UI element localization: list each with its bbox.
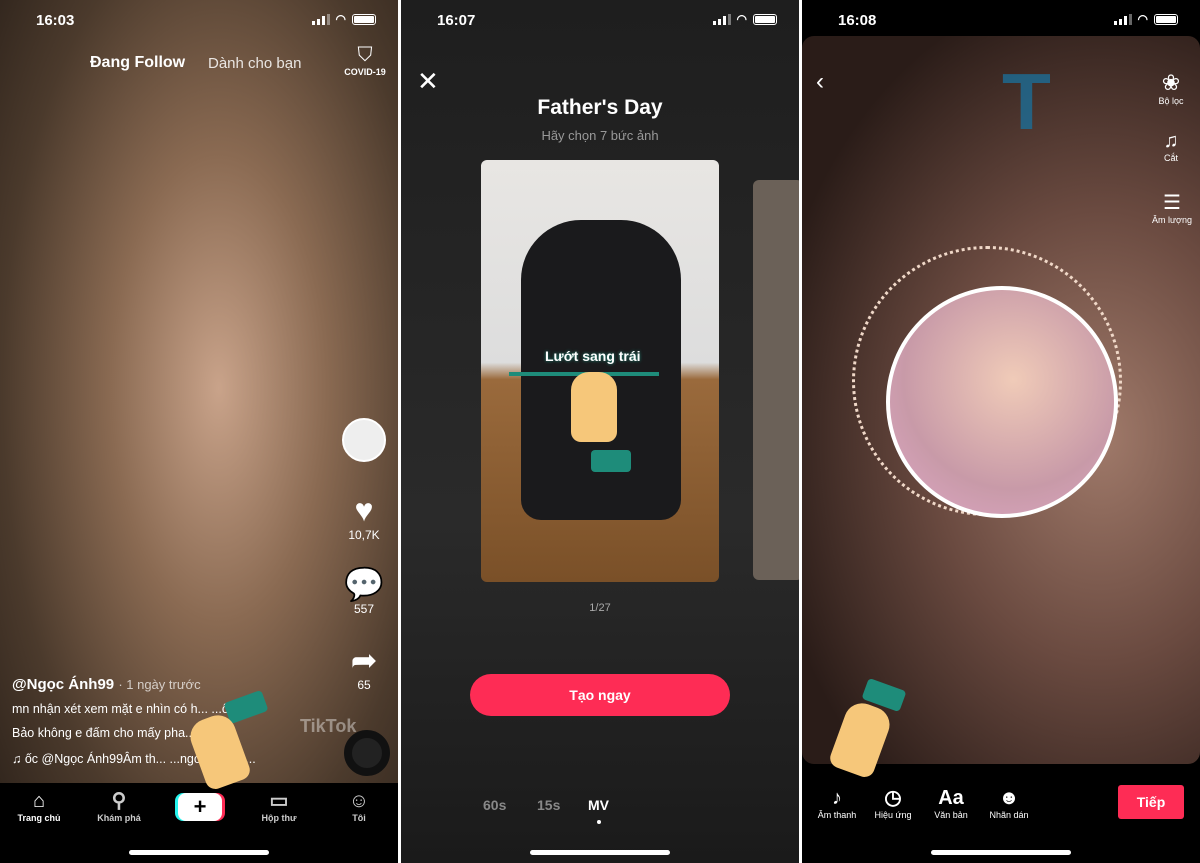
home-indicator: [129, 850, 269, 855]
tiktok-feed-screen: 16:03 ◠ Đang Follow Dành cho bạn ⛉ COVID…: [0, 0, 398, 863]
tiktok-watermark: TikTok: [300, 716, 357, 736]
plus-icon: +: [193, 794, 207, 819]
filter-button[interactable]: ❀ Bộ lọc: [1146, 70, 1196, 106]
tool-label: Cắt: [1163, 153, 1178, 163]
sticker-button[interactable]: ☻ Nhãn dán: [974, 786, 1044, 820]
pointer-hand-icon: [571, 372, 617, 442]
nav-label: Trang chủ: [17, 813, 61, 823]
video-preview: T: [802, 36, 1200, 764]
battery-icon: [352, 13, 376, 25]
create-button[interactable]: +: [178, 793, 222, 821]
signal-icon: [1113, 13, 1132, 25]
home-indicator: [931, 850, 1071, 855]
close-icon[interactable]: ✕: [417, 68, 439, 94]
home-indicator: [530, 850, 670, 855]
share-count: 65: [357, 678, 371, 692]
tmart-watermark-logo: T: [1002, 57, 1051, 146]
nav-inbox[interactable]: ▭ Hộp thư: [244, 789, 314, 823]
battery-icon: [1154, 13, 1178, 25]
sliders-icon: ☰: [1163, 192, 1181, 214]
mv-template-screen: 16:07 ◠ ✕ Father's Day Hãy chọn 7 bức ản…: [401, 0, 799, 863]
comment-count: 557: [353, 602, 375, 616]
signal-icon: [311, 13, 330, 25]
preview-photo: [886, 286, 1118, 518]
template-title: Father's Day: [537, 96, 663, 119]
preview-photo: [521, 220, 681, 520]
status-time: 16:07: [437, 12, 476, 29]
inbox-icon: ▭: [269, 790, 289, 812]
comment-icon: 💬: [344, 566, 384, 602]
nav-home[interactable]: ⌂ Trang chủ: [4, 789, 74, 823]
duration-15s[interactable]: 15s: [537, 797, 560, 813]
nav-label: Khám phá: [97, 813, 141, 823]
filter-icon: ❀: [1161, 70, 1181, 95]
cut-button[interactable]: ♫ Cắt: [1146, 130, 1196, 163]
template-preview[interactable]: Lướt sang trái: [481, 160, 719, 582]
comment-button[interactable]: 💬 557: [344, 566, 384, 616]
nav-profile[interactable]: ☺ Tôi: [324, 789, 394, 823]
nav-label: Tôi: [352, 813, 366, 823]
like-button[interactable]: ♥ 10,7K: [344, 492, 384, 542]
bottom-nav: ⌂ Trang chủ ⚲ Khám phá + ▭ Hộp thư ☺ Tôi: [0, 783, 398, 863]
pointer-hand-icon: [185, 710, 253, 792]
wifi-icon: ◠: [1137, 12, 1148, 26]
wifi-icon: ◠: [736, 12, 747, 26]
sticker-icon: ☻: [998, 787, 1020, 809]
nav-discover[interactable]: ⚲ Khám phá: [84, 789, 154, 823]
caption-line: Bảo không e đấm cho mấy pha...: [12, 726, 196, 740]
music-cut-icon: ♫: [1163, 130, 1179, 152]
status-bar: 16:03 ◠: [0, 12, 398, 32]
wifi-icon: ◠: [335, 12, 346, 26]
search-icon: ⚲: [111, 790, 127, 812]
tab-for-you[interactable]: Dành cho bạn: [208, 55, 301, 72]
author-name[interactable]: @Ngọc Ánh99: [12, 676, 114, 693]
duration-mv[interactable]: MV: [588, 797, 609, 813]
tool-label: Nhãn dán: [989, 810, 1029, 820]
home-icon: ⌂: [32, 790, 46, 812]
create-now-button[interactable]: Tạo ngay: [470, 674, 730, 716]
shield-heart-icon: ⛉: [357, 44, 373, 66]
status-bar: 16:07 ◠: [401, 12, 799, 32]
volume-button[interactable]: ☰ Âm lượng: [1144, 190, 1200, 225]
next-preview[interactable]: [753, 180, 799, 580]
back-icon[interactable]: ‹: [816, 68, 824, 96]
profile-icon: ☺: [348, 790, 370, 812]
duration-60s[interactable]: 60s: [483, 797, 506, 813]
mv-editor-screen: T 16:08 ◠ ‹ ❀ Bộ lọc ♫ Cắt ☰ Âm lượng ♪ Âm t…: [802, 0, 1200, 863]
page-indicator: 1/27: [589, 602, 611, 614]
share-button[interactable]: ➦ 65: [344, 642, 384, 692]
heart-icon: ♥: [354, 492, 374, 528]
swipe-hint: Lướt sang trái: [545, 348, 641, 364]
signal-icon: [712, 13, 731, 25]
music-note-icon: ♫: [12, 752, 25, 766]
status-time: 16:08: [838, 12, 877, 29]
post-author[interactable]: @Ngọc Ánh99 · 1 ngày trước: [12, 676, 201, 693]
tab-following[interactable]: Đang Follow: [90, 54, 185, 72]
tool-label: Âm lượng: [1152, 215, 1192, 225]
covid-button[interactable]: ⛉ COVID-19: [340, 44, 390, 77]
active-dot: [597, 820, 601, 824]
creator-avatar[interactable]: [342, 418, 386, 462]
battery-icon: [753, 13, 777, 25]
template-subtitle: Hãy chọn 7 bức ảnh: [541, 128, 659, 143]
next-button[interactable]: Tiếp: [1118, 785, 1184, 819]
like-count: 10,7K: [348, 528, 380, 542]
post-time: · 1 ngày trước: [118, 677, 201, 692]
share-icon: ➦: [350, 642, 378, 678]
music-disc[interactable]: [344, 730, 390, 776]
pointer-hand-icon: [591, 450, 631, 472]
status-time: 16:03: [36, 12, 75, 29]
status-bar: 16:08 ◠: [802, 12, 1200, 32]
covid-label: COVID-19: [344, 67, 386, 77]
tool-label: Bộ lọc: [1158, 96, 1184, 106]
nav-label: Hộp thư: [261, 813, 297, 823]
